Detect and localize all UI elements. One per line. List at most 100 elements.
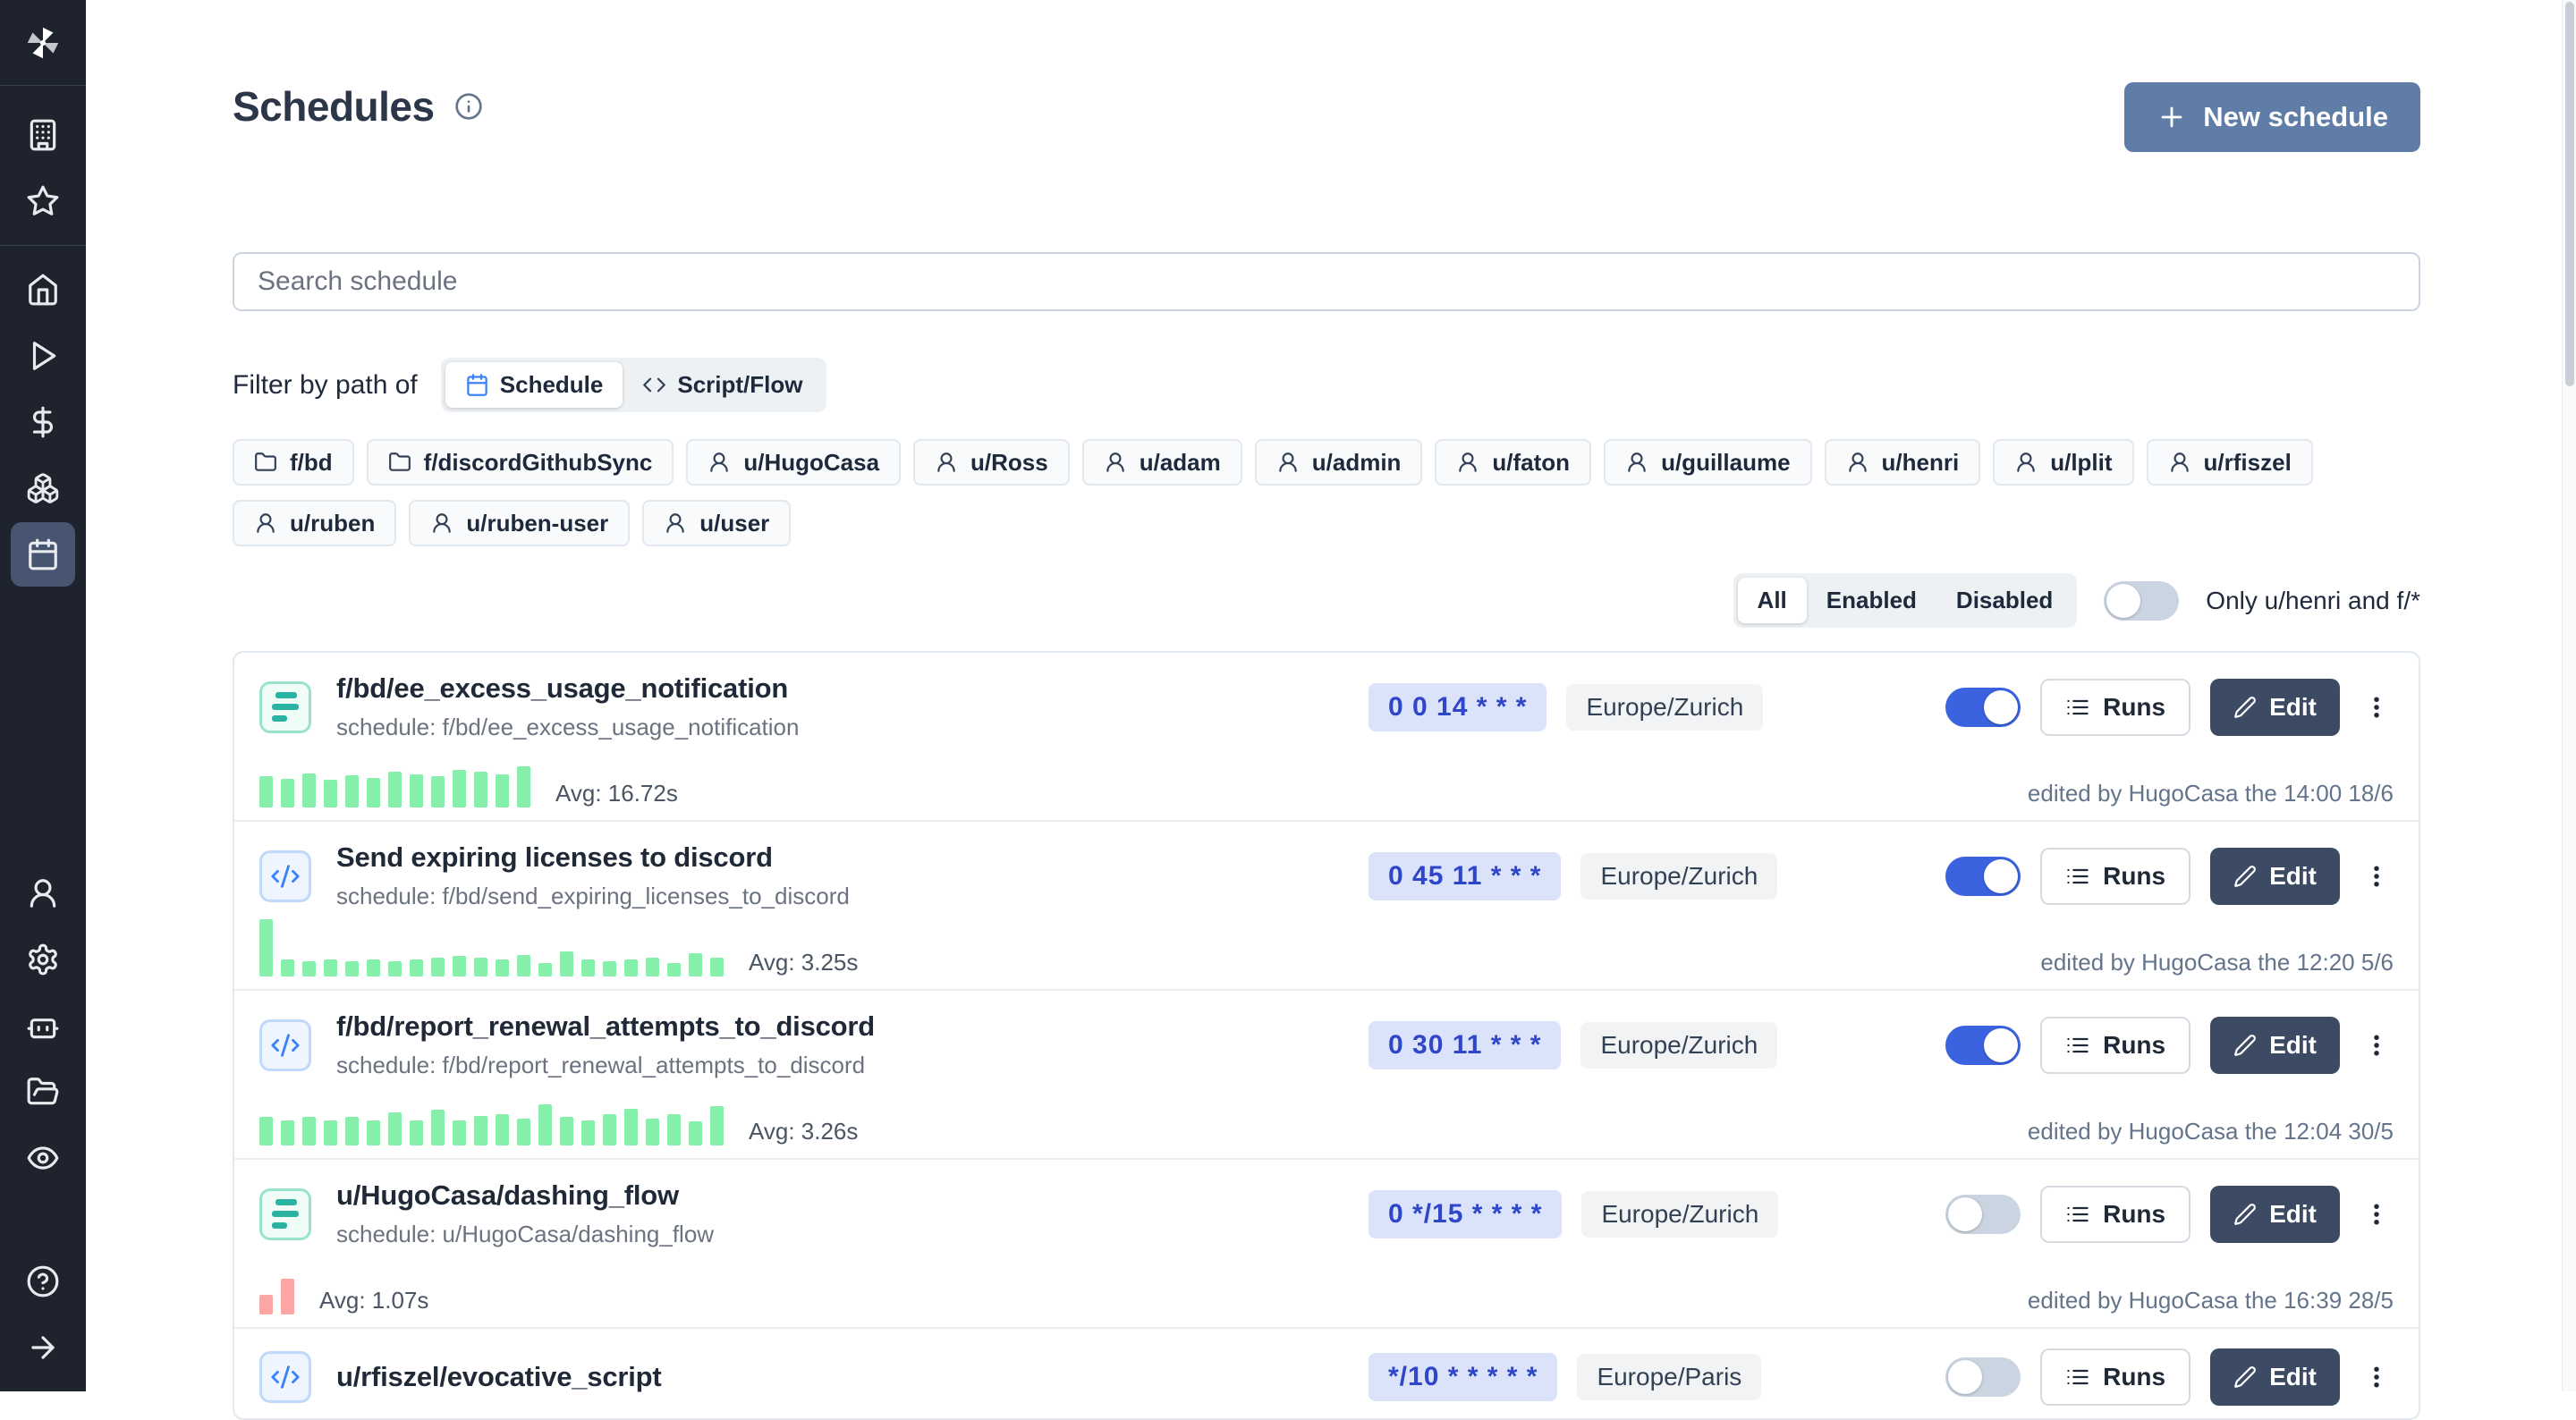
path-filter-schedule-tab[interactable]: Schedule bbox=[445, 362, 623, 408]
enable-toggle[interactable] bbox=[1945, 1357, 2021, 1397]
edited-by: edited by HugoCasa the 12:20 5/6 bbox=[2040, 949, 2394, 976]
duration-bar bbox=[259, 1295, 273, 1314]
duration-bar bbox=[453, 956, 466, 976]
path-chip[interactable]: u/rfiszel bbox=[2147, 439, 2313, 486]
runs-button[interactable]: Runs bbox=[2040, 1348, 2190, 1406]
duration-bar bbox=[646, 958, 659, 976]
runs-button[interactable]: Runs bbox=[2040, 679, 2190, 736]
sidebar-divider bbox=[0, 245, 86, 246]
runs-histogram[interactable] bbox=[259, 1088, 724, 1145]
path-chip[interactable]: u/ruben bbox=[233, 500, 396, 546]
duration-bar bbox=[581, 1120, 595, 1145]
kebab-icon bbox=[2363, 694, 2390, 721]
duration-bar bbox=[410, 959, 423, 976]
path-chip[interactable]: u/user bbox=[642, 500, 791, 546]
page-scrollbar[interactable] bbox=[2562, 0, 2576, 1391]
runs-histogram[interactable] bbox=[259, 919, 724, 976]
schedule-row: f/bd/report_renewal_attempts_to_discord … bbox=[234, 991, 2419, 1160]
avg-duration: Avg: 3.26s bbox=[749, 1118, 858, 1145]
windmill-logo[interactable] bbox=[0, 0, 86, 86]
path-chip[interactable]: u/ruben-user bbox=[409, 500, 630, 546]
list-icon bbox=[2065, 1202, 2090, 1227]
duration-bar bbox=[410, 774, 423, 807]
sidebar-item-favorites[interactable] bbox=[11, 169, 75, 233]
timezone-badge: Europe/Zurich bbox=[1580, 1022, 1777, 1069]
filter-disabled-button[interactable]: Disabled bbox=[1936, 578, 2072, 623]
path-chip[interactable]: u/lplit bbox=[1993, 439, 2133, 486]
schedules-list: f/bd/ee_excess_usage_notification schedu… bbox=[233, 651, 2420, 1420]
runs-button[interactable]: Runs bbox=[2040, 848, 2190, 905]
pencil-icon bbox=[2233, 865, 2257, 888]
new-schedule-button[interactable]: New schedule bbox=[2124, 82, 2420, 152]
duration-bar bbox=[345, 1117, 359, 1145]
path-chip[interactable]: u/henri bbox=[1825, 439, 1981, 486]
schedule-title[interactable]: f/bd/report_renewal_attempts_to_discord bbox=[336, 1010, 875, 1043]
filter-enabled-button[interactable]: Enabled bbox=[1807, 578, 1936, 623]
path-chip[interactable]: u/admin bbox=[1255, 439, 1423, 486]
sidebar-collapse-button[interactable] bbox=[11, 1315, 75, 1380]
building-icon bbox=[26, 118, 60, 152]
more-menu-button[interactable] bbox=[2360, 1032, 2394, 1059]
folder-icon bbox=[388, 451, 411, 474]
edit-button[interactable]: Edit bbox=[2210, 1348, 2340, 1406]
duration-bar bbox=[474, 958, 487, 976]
only-mine-toggle[interactable] bbox=[2104, 581, 2179, 621]
runs-histogram[interactable] bbox=[259, 750, 530, 807]
path-chip[interactable]: u/Ross bbox=[913, 439, 1070, 486]
edit-button[interactable]: Edit bbox=[2210, 1017, 2340, 1074]
edit-button[interactable]: Edit bbox=[2210, 848, 2340, 905]
enable-toggle[interactable] bbox=[1945, 1026, 2021, 1065]
script-type-icon bbox=[259, 850, 311, 902]
path-chip[interactable]: f/bd bbox=[233, 439, 354, 486]
kebab-icon bbox=[2363, 1364, 2390, 1390]
sidebar-item-variables[interactable] bbox=[11, 390, 75, 454]
sidebar-item-home[interactable] bbox=[11, 258, 75, 322]
enable-toggle[interactable] bbox=[1945, 688, 2021, 727]
more-menu-button[interactable] bbox=[2360, 1364, 2394, 1390]
search-input[interactable] bbox=[233, 252, 2420, 311]
sidebar-item-schedules[interactable] bbox=[11, 522, 75, 587]
enable-toggle[interactable] bbox=[1945, 1195, 2021, 1234]
path-chip[interactable]: u/guillaume bbox=[1604, 439, 1811, 486]
sidebar-item-account[interactable] bbox=[11, 861, 75, 926]
runs-button[interactable]: Runs bbox=[2040, 1017, 2190, 1074]
sidebar-item-help[interactable] bbox=[11, 1249, 75, 1314]
runs-button[interactable]: Runs bbox=[2040, 1186, 2190, 1243]
sidebar-item-audit[interactable] bbox=[11, 1126, 75, 1190]
sidebar-item-ai[interactable] bbox=[11, 993, 75, 1058]
schedule-title[interactable]: f/bd/ee_excess_usage_notification bbox=[336, 672, 799, 705]
path-chip[interactable]: f/discordGithubSync bbox=[367, 439, 674, 486]
path-chip[interactable]: u/HugoCasa bbox=[686, 439, 901, 486]
more-menu-button[interactable] bbox=[2360, 694, 2394, 721]
duration-bar bbox=[410, 1120, 423, 1145]
schedule-title[interactable]: u/HugoCasa/dashing_flow bbox=[336, 1179, 714, 1212]
path-chip[interactable]: u/faton bbox=[1435, 439, 1591, 486]
scrollbar-thumb[interactable] bbox=[2565, 2, 2574, 386]
edit-button[interactable]: Edit bbox=[2210, 679, 2340, 736]
sidebar-item-runs[interactable] bbox=[11, 324, 75, 388]
enable-toggle[interactable] bbox=[1945, 857, 2021, 896]
avg-duration: Avg: 3.25s bbox=[749, 949, 858, 976]
sidebar-item-resources[interactable] bbox=[11, 456, 75, 520]
path-chips-row-2: u/ruben u/ruben-user u/user bbox=[233, 500, 2420, 546]
more-menu-button[interactable] bbox=[2360, 863, 2394, 890]
duration-bar bbox=[345, 775, 359, 807]
path-filter-script-flow-tab[interactable]: Script/Flow bbox=[623, 362, 822, 408]
duration-bar bbox=[281, 1279, 294, 1314]
sidebar-item-workspace[interactable] bbox=[11, 103, 75, 167]
sidebar-item-folders[interactable] bbox=[11, 1060, 75, 1124]
edit-button[interactable]: Edit bbox=[2210, 1186, 2340, 1243]
schedule-title[interactable]: u/rfiszel/evocative_script bbox=[336, 1361, 662, 1393]
runs-histogram[interactable] bbox=[259, 1257, 294, 1314]
more-menu-button[interactable] bbox=[2360, 1201, 2394, 1228]
info-icon[interactable] bbox=[454, 92, 483, 121]
filter-all-button[interactable]: All bbox=[1738, 578, 1807, 623]
schedule-title[interactable]: Send expiring licenses to discord bbox=[336, 841, 850, 874]
help-circle-icon bbox=[26, 1264, 60, 1298]
user-icon bbox=[1846, 451, 1869, 474]
sidebar-item-settings[interactable] bbox=[11, 927, 75, 992]
path-chip[interactable]: u/adam bbox=[1082, 439, 1242, 486]
duration-bar bbox=[453, 770, 466, 807]
cron-badge: 0 0 14 * * * bbox=[1368, 683, 1546, 731]
user-icon bbox=[664, 511, 687, 535]
